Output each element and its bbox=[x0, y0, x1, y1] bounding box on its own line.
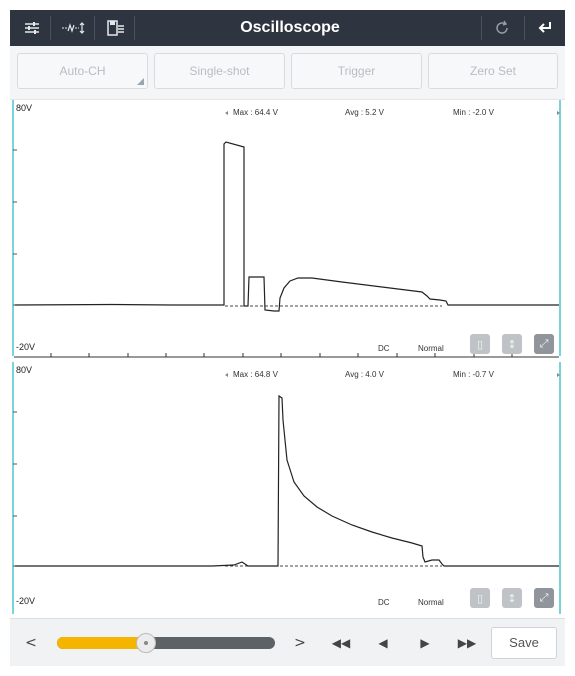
vertical-shift-icon[interactable]: ↕ bbox=[502, 588, 522, 608]
trigger-label: Trigger bbox=[337, 64, 376, 78]
max-stat: Max : 64.8 V bbox=[233, 370, 278, 379]
single-shot-button[interactable]: Single-shot bbox=[154, 53, 285, 89]
expand-icon[interactable]: ⤢ bbox=[534, 334, 554, 354]
back-icon[interactable] bbox=[529, 10, 561, 46]
zero-set-button[interactable]: Zero Set bbox=[428, 53, 558, 89]
avg-stat: Avg : 5.2 V bbox=[345, 108, 384, 117]
save-list-icon[interactable] bbox=[100, 10, 132, 46]
max-scale-label: 80V bbox=[16, 103, 33, 113]
fast-forward-icon[interactable]: ▶▶ bbox=[454, 619, 480, 667]
save-button[interactable]: Save bbox=[491, 627, 557, 659]
lock-icon[interactable]: ▯ bbox=[470, 334, 490, 354]
min-stat: Min : -2.0 V bbox=[453, 108, 494, 117]
measure-icon[interactable] bbox=[56, 10, 92, 46]
channel-2-panel[interactable]: 80V Max : 64.8 V Avg : 4.0 V Min : -0.7 … bbox=[12, 360, 561, 616]
max-stat: Max : 64.4 V bbox=[233, 108, 278, 117]
auto-ch-label: Auto-CH bbox=[59, 64, 106, 78]
step-back-icon[interactable]: ◀ bbox=[370, 619, 396, 667]
dropdown-corner-icon bbox=[137, 78, 144, 85]
max-scale-label: 80V bbox=[16, 365, 33, 375]
toolbar: Auto-CH Single-shot Trigger Zero Set bbox=[10, 46, 565, 100]
timeline-slider[interactable] bbox=[57, 637, 275, 649]
oscilloscope-app: Oscilloscope Auto-CH Single-shot Trigger bbox=[10, 10, 565, 666]
sliders-icon[interactable] bbox=[16, 10, 48, 46]
chevron-right-icon[interactable]: > bbox=[287, 619, 313, 667]
vertical-shift-icon[interactable]: ↕ bbox=[502, 334, 522, 354]
min-scale-label: -20V bbox=[16, 596, 36, 606]
step-forward-icon[interactable]: ▶ bbox=[412, 619, 438, 667]
refresh-icon[interactable] bbox=[486, 10, 518, 46]
expand-icon[interactable]: ⤢ bbox=[534, 588, 554, 608]
min-scale-label: -20V bbox=[16, 342, 36, 352]
mode-label: Normal bbox=[418, 344, 444, 353]
channel-1-waveform bbox=[12, 100, 561, 358]
lock-icon[interactable]: ▯ bbox=[470, 588, 490, 608]
page-title: Oscilloscope bbox=[240, 19, 340, 36]
chevron-left-icon[interactable]: < bbox=[18, 619, 44, 667]
playback-bar: < > ◀◀ ◀ ▶ ▶▶ Save bbox=[10, 618, 565, 666]
channel-2-waveform bbox=[12, 362, 561, 614]
channel-1-panel[interactable]: 80V Max : 64.4 V Avg : 5.2 V Min : -2.0 … bbox=[12, 98, 561, 358]
single-shot-label: Single-shot bbox=[189, 64, 250, 78]
coupling-label: DC bbox=[378, 344, 390, 353]
min-stat: Min : -0.7 V bbox=[453, 370, 494, 379]
slider-fill bbox=[57, 637, 147, 649]
slider-thumb[interactable] bbox=[136, 633, 157, 653]
trigger-button[interactable]: Trigger bbox=[291, 53, 422, 89]
fast-rewind-icon[interactable]: ◀◀ bbox=[328, 619, 354, 667]
zero-set-label: Zero Set bbox=[469, 64, 517, 78]
title-bar: Oscilloscope bbox=[10, 10, 565, 46]
mode-label: Normal bbox=[418, 598, 444, 607]
coupling-label: DC bbox=[378, 598, 390, 607]
auto-ch-button[interactable]: Auto-CH bbox=[17, 53, 148, 89]
avg-stat: Avg : 4.0 V bbox=[345, 370, 384, 379]
